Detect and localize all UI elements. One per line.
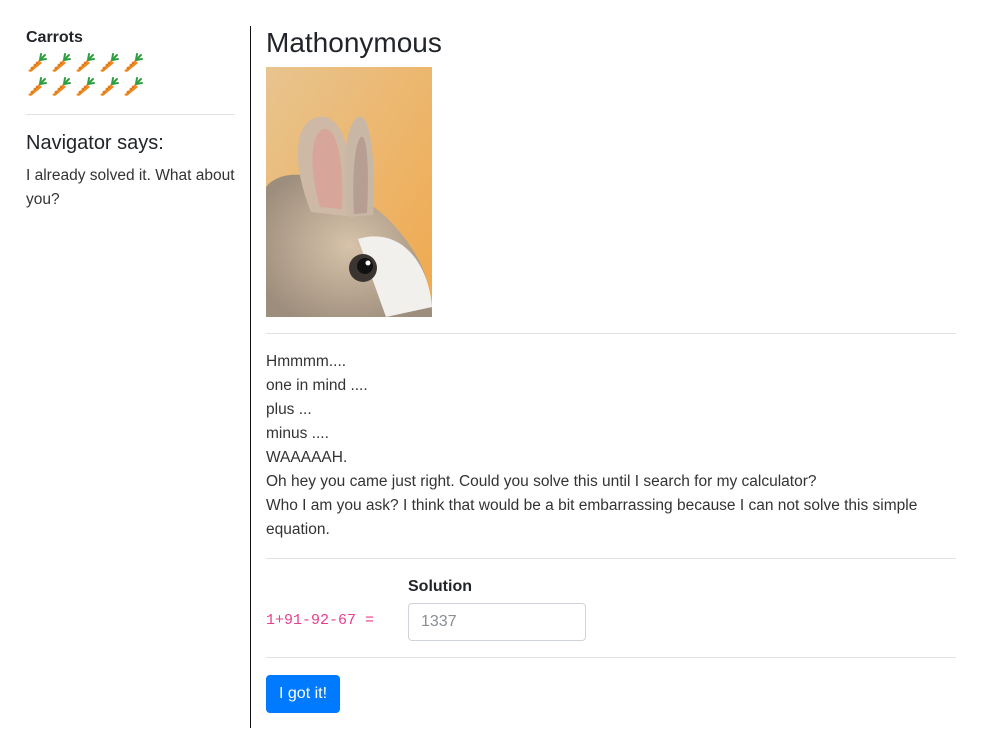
carrot-icon	[76, 77, 95, 96]
navigator-title: Navigator says:	[26, 132, 164, 154]
carrot-icon	[76, 53, 95, 72]
equation-row: 1+91-92-67 = Solution	[266, 575, 956, 641]
content-divider-1	[266, 333, 956, 334]
sidebar-divider	[26, 114, 235, 115]
solution-label: Solution	[408, 578, 472, 595]
page-title: Mathonymous	[266, 27, 442, 58]
carrot-icon	[52, 53, 71, 72]
carrot-icon	[28, 77, 47, 96]
carrot-icon	[100, 77, 119, 96]
story-line: Oh hey you came just right. Could you so…	[266, 473, 817, 490]
story-line: plus ...	[266, 401, 312, 418]
story-line: Hmmmm....	[266, 353, 347, 370]
main-content: Mathonymous Hmmmm.... one in mind .... p…	[266, 28, 956, 713]
rabbit-photo	[266, 67, 432, 317]
carrot-grid	[24, 52, 235, 98]
solution-group: Solution	[408, 575, 586, 641]
story-line: WAAAAAH.	[266, 449, 348, 466]
solution-input[interactable]	[408, 603, 586, 641]
sidebar: Carrots Navigator says: I already solved…	[26, 28, 235, 212]
submit-button[interactable]: I got it!	[266, 675, 341, 713]
carrot-icon	[100, 53, 119, 72]
story-text: Hmmmm.... one in mind .... plus ... minu…	[266, 350, 956, 542]
content-divider-3	[266, 657, 956, 658]
equation: 1+91-92-67 =	[266, 612, 375, 629]
carrot-icon	[124, 77, 143, 96]
story-line: minus ....	[266, 425, 329, 442]
carrot-icon	[28, 53, 47, 72]
story-line: one in mind ....	[266, 377, 368, 394]
carrot-icon	[52, 77, 71, 96]
navigator-message: I already solved it. What about you?	[26, 167, 235, 208]
vertical-divider	[250, 26, 251, 728]
carrots-title: Carrots	[26, 29, 83, 46]
content-divider-2	[266, 558, 956, 559]
carrot-icon	[124, 53, 143, 72]
story-line: Who I am you ask? I think that would be …	[266, 497, 918, 538]
